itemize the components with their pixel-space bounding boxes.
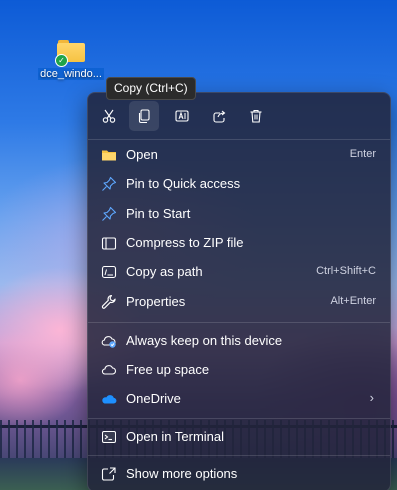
- wrench-icon: [101, 294, 117, 310]
- menu-item-label: Compress to ZIP file: [126, 235, 244, 250]
- menu-divider: [88, 139, 390, 140]
- menu-item-free-up-space[interactable]: Free up space: [92, 356, 386, 384]
- path-icon: [101, 264, 117, 280]
- share-icon: [213, 110, 226, 123]
- menu-item-shortcut: Alt+Enter: [330, 295, 376, 307]
- desktop-folder-item[interactable]: ✓ dce_windo...: [38, 40, 104, 81]
- menu-item-label: Properties: [126, 294, 186, 309]
- rename-button[interactable]: [167, 101, 197, 131]
- sync-check-icon: ✓: [55, 54, 68, 67]
- pin-icon: [101, 176, 117, 192]
- menu-item-label: Free up space: [126, 362, 210, 377]
- share-button[interactable]: [204, 101, 234, 131]
- menu-item-pin-quick-access[interactable]: Pin to Quick access: [92, 170, 386, 198]
- menu-divider: [88, 322, 390, 323]
- more-options-icon: [101, 466, 117, 482]
- desktop: ✓ dce_windo... Copy (Ctrl+C) Open Enter …: [0, 0, 397, 490]
- onedrive-icon: [101, 391, 117, 407]
- menu-item-label: Copy as path: [126, 264, 203, 279]
- copy-icon: [138, 109, 150, 124]
- menu-item-shortcut: Ctrl+Shift+C: [316, 265, 376, 277]
- cloud-icon: [101, 362, 117, 378]
- menu-item-copy-as-path[interactable]: Copy as path Ctrl+Shift+C: [92, 258, 386, 286]
- chevron-right-icon: ›: [369, 390, 374, 405]
- menu-item-label: Show more options: [126, 466, 238, 481]
- menu-item-label: Always keep on this device: [126, 333, 283, 348]
- delete-button[interactable]: [241, 101, 271, 131]
- menu-item-onedrive[interactable]: OneDrive ›: [92, 385, 386, 413]
- menu-item-label: Open in Terminal: [126, 429, 225, 444]
- desktop-item-label: dce_windo...: [38, 68, 104, 80]
- menu-item-open[interactable]: Open Enter: [92, 141, 386, 169]
- menu-item-always-keep[interactable]: Always keep on this device: [92, 327, 386, 355]
- cloud-keep-icon: [101, 333, 117, 349]
- cut-button[interactable]: [94, 101, 124, 131]
- copy-tooltip: Copy (Ctrl+C): [106, 77, 196, 100]
- trash-icon: [250, 109, 262, 123]
- rename-icon: [175, 110, 189, 122]
- terminal-icon: [101, 429, 117, 445]
- context-menu: Open Enter Pin to Quick access Pin to St…: [87, 92, 391, 490]
- menu-item-compress-zip[interactable]: Compress to ZIP file: [92, 229, 386, 257]
- menu-item-pin-start[interactable]: Pin to Start: [92, 200, 386, 228]
- menu-item-label: OneDrive: [126, 391, 181, 406]
- scissors-icon: [102, 109, 116, 123]
- menu-divider: [88, 455, 390, 456]
- zip-icon: [101, 235, 117, 251]
- menu-item-label: Pin to Quick access: [126, 176, 241, 191]
- folder-icon: ✓: [55, 40, 85, 67]
- menu-item-shortcut: Enter: [349, 148, 376, 160]
- menu-item-show-more-options[interactable]: Show more options: [92, 460, 386, 488]
- menu-item-label: Pin to Start: [126, 206, 191, 221]
- folder-icon: [101, 147, 117, 163]
- menu-item-label: Open: [126, 147, 158, 162]
- menu-item-open-terminal[interactable]: Open in Terminal: [92, 423, 386, 451]
- menu-divider: [88, 418, 390, 419]
- menu-item-properties[interactable]: Properties Alt+Enter: [92, 288, 386, 316]
- context-toolbar: [88, 101, 390, 135]
- copy-button[interactable]: [129, 101, 159, 131]
- pin-icon: [101, 206, 117, 222]
